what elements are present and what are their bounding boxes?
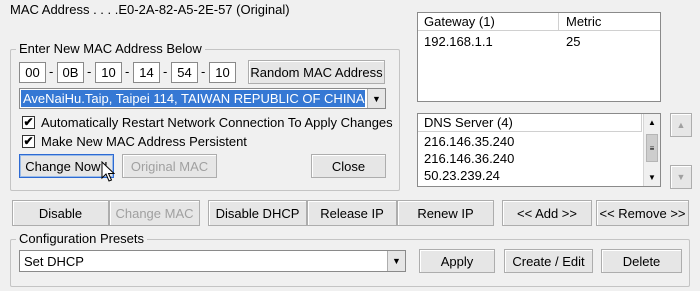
change-mac-button[interactable]: Change MAC [109, 200, 200, 226]
original-mac-button[interactable]: Original MAC [122, 154, 217, 178]
mouse-pointer-icon [101, 161, 115, 182]
disable-dhcp-button[interactable]: Disable DHCP [208, 200, 307, 226]
dns-row[interactable]: 50.23.239.24 [424, 168, 500, 183]
column-divider [558, 13, 559, 31]
scrollbar-thumb[interactable]: ≡ [646, 134, 658, 162]
vendor-select[interactable]: AveNaiHu.Taip, Taipei 114, TAIWAN REPUBL… [19, 88, 386, 109]
persistent-checkbox[interactable]: ✔ [22, 135, 35, 148]
auto-restart-checkbox[interactable]: ✔ [22, 116, 35, 129]
mac-octet-1[interactable]: 00 [19, 62, 46, 83]
mac-octet-6[interactable]: 10 [209, 62, 236, 83]
presets-select[interactable]: Set DHCP ▼ [19, 250, 406, 272]
mac-octet-3[interactable]: 10 [95, 62, 122, 83]
dns-scrollbar[interactable]: ▲ ≡ ▼ [643, 114, 660, 186]
octet-separator: - [163, 64, 168, 79]
change-now-button[interactable]: Change Now ! [19, 154, 114, 178]
gateway-list-header: Gateway (1) [418, 13, 660, 31]
renew-ip-button[interactable]: Renew IP [397, 200, 494, 226]
disable-button[interactable]: Disable [12, 200, 109, 226]
dns-row[interactable]: 216.146.36.240 [424, 151, 514, 166]
random-mac-button[interactable]: Random MAC Address [248, 60, 385, 84]
mac-octet-2[interactable]: 0B [57, 62, 84, 83]
arrow-down-icon[interactable]: ▼ [670, 165, 692, 189]
apply-button[interactable]: Apply [419, 249, 495, 273]
arrow-up-icon[interactable]: ▲ [644, 114, 660, 130]
chevron-down-icon[interactable]: ▼ [387, 251, 405, 271]
persistent-label: Make New MAC Address Persistent [41, 134, 247, 149]
presets-group-title: Configuration Presets [16, 231, 148, 246]
remove-button[interactable]: << Remove >> [596, 200, 689, 226]
vendor-selected-text: AveNaiHu.Taip, Taipei 114, TAIWAN REPUBL… [21, 90, 365, 107]
octet-separator: - [201, 64, 206, 79]
dns-row[interactable]: 208.67.220.220 [424, 185, 514, 186]
dns-column-header[interactable]: DNS Server (4) [418, 114, 642, 132]
dns-server-list[interactable]: DNS Server (4) 216.146.35.240 216.146.36… [417, 113, 661, 187]
octet-separator: - [49, 64, 54, 79]
gateway-column-header[interactable]: Gateway (1) [424, 14, 495, 29]
mac-octet-4[interactable]: 14 [133, 62, 160, 83]
mac-octet-5[interactable]: 54 [171, 62, 198, 83]
presets-selected-text: Set DHCP [24, 254, 84, 269]
dns-row[interactable]: 216.146.35.240 [424, 134, 514, 149]
current-mac-label: MAC Address . . . .E0-2A-82-A5-2E-57 (Or… [10, 2, 290, 17]
release-ip-button[interactable]: Release IP [307, 200, 397, 226]
metric-column-header[interactable]: Metric [566, 14, 601, 29]
create-edit-button[interactable]: Create / Edit [504, 249, 593, 273]
check-icon: ✔ [23, 115, 34, 129]
arrow-down-icon[interactable]: ▼ [644, 169, 660, 185]
octet-separator: - [125, 64, 130, 79]
metric-cell[interactable]: 25 [566, 34, 580, 49]
add-button[interactable]: << Add >> [502, 200, 592, 226]
gateway-list[interactable]: Gateway (1) Metric 192.168.1.1 25 [417, 12, 661, 102]
arrow-up-icon[interactable]: ▲ [670, 113, 692, 137]
close-button[interactable]: Close [311, 154, 386, 178]
auto-restart-label: Automatically Restart Network Connection… [41, 115, 393, 130]
delete-button[interactable]: Delete [601, 249, 682, 273]
check-icon: ✔ [23, 134, 34, 148]
octet-separator: - [87, 64, 92, 79]
new-mac-group-title: Enter New MAC Address Below [16, 41, 205, 56]
gateway-cell[interactable]: 192.168.1.1 [424, 34, 493, 49]
chevron-down-icon[interactable]: ▼ [367, 89, 385, 108]
